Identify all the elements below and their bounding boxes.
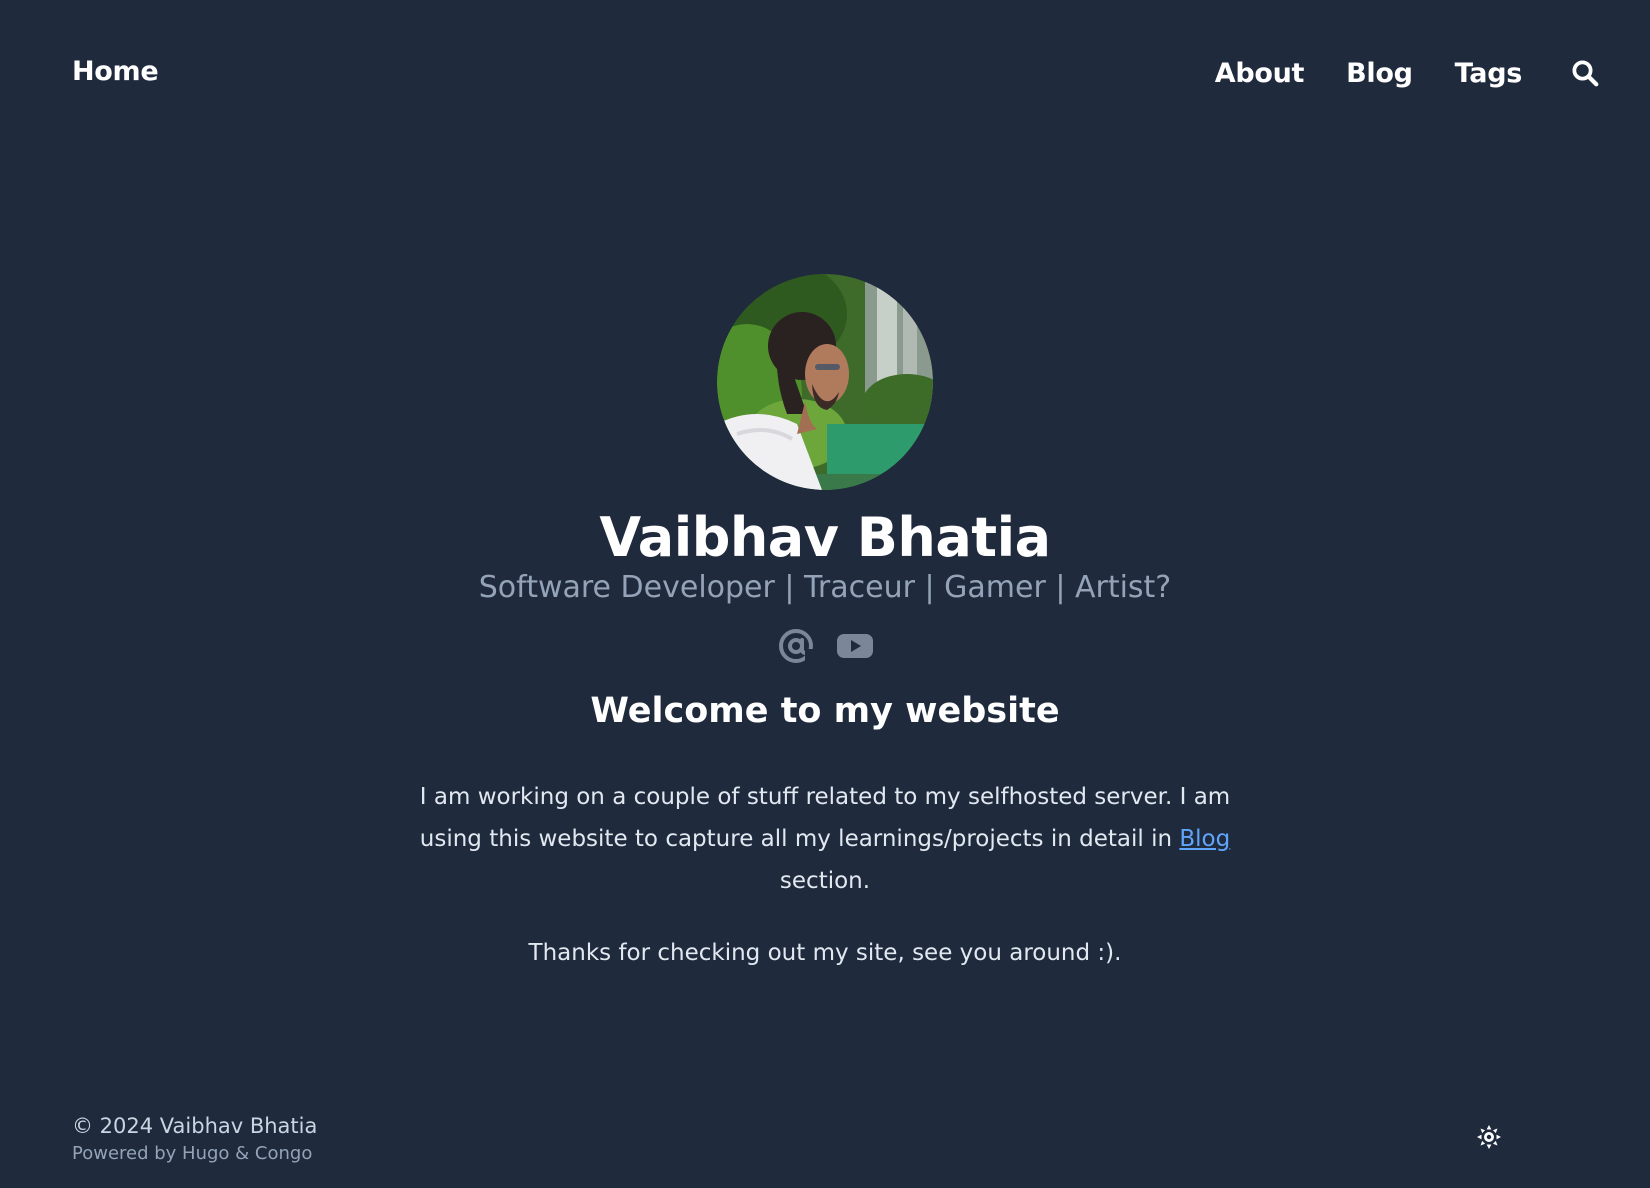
theme-toggle-button[interactable] — [1476, 1124, 1502, 1150]
nav-tags-link[interactable]: Tags — [1455, 58, 1523, 89]
sun-icon — [1477, 1125, 1501, 1149]
social-links — [0, 626, 1650, 666]
intro-paragraph: I am working on a couple of stuff relate… — [415, 776, 1235, 902]
welcome-heading: Welcome to my website — [590, 691, 1060, 731]
copyright-text: © 2024 Vaibhav Bhatia — [72, 1114, 318, 1138]
search-icon — [1572, 60, 1599, 87]
nav-home-link[interactable]: Home — [72, 56, 159, 87]
hero-section: Vaibhav Bhatia Software Developer | Trac… — [0, 274, 1650, 974]
nav-about-link[interactable]: About — [1215, 58, 1305, 89]
at-icon — [779, 629, 815, 663]
author-tagline: Software Developer | Traceur | Gamer | A… — [478, 570, 1172, 605]
profile-avatar — [717, 274, 933, 490]
search-button[interactable] — [1568, 56, 1602, 90]
youtube-link[interactable] — [837, 632, 873, 660]
nav-right-menu: About Blog Tags — [1215, 56, 1602, 90]
footer: © 2024 Vaibhav Bhatia Powered by Hugo & … — [72, 1112, 317, 1166]
intro-text-end: section. — [779, 868, 871, 894]
thanks-paragraph: Thanks for checking out my site, see you… — [528, 940, 1122, 966]
nav-blog-link[interactable]: Blog — [1346, 58, 1413, 89]
top-navigation: Home About Blog Tags — [0, 0, 1650, 150]
site-author-name: Vaibhav Bhatia — [599, 506, 1051, 569]
email-link[interactable] — [777, 627, 815, 665]
intro-text: I am working on a couple of stuff relate… — [419, 784, 1231, 852]
youtube-icon — [837, 634, 873, 658]
powered-by-text: Powered by Hugo & Congo — [72, 1143, 313, 1164]
intro-blog-link[interactable]: Blog — [1179, 826, 1230, 852]
